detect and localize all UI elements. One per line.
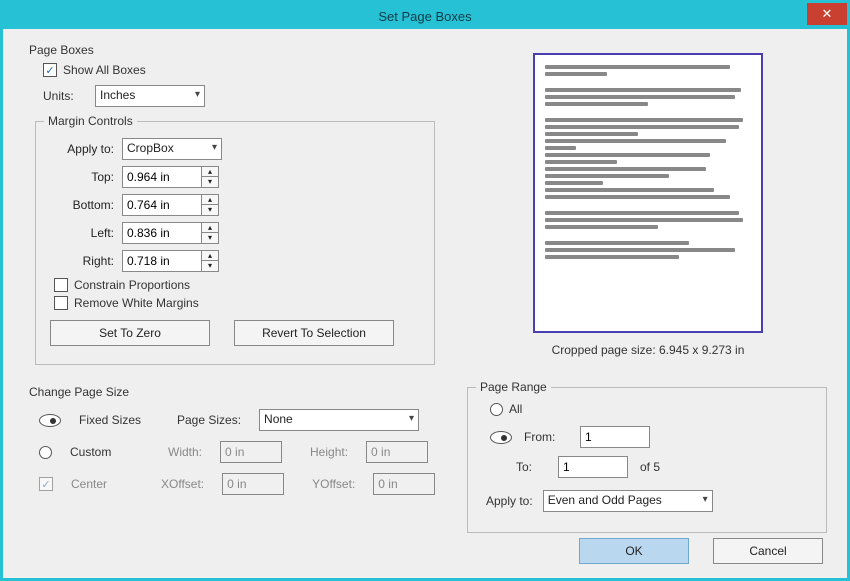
show-all-boxes-checkbox[interactable]	[43, 63, 57, 77]
apply-to-value: CropBox	[127, 141, 174, 155]
range-apply-to-select[interactable]: Even and Odd Pages	[543, 490, 713, 512]
width-input[interactable]	[220, 441, 282, 463]
to-input[interactable]	[558, 456, 628, 478]
units-value: Inches	[100, 88, 135, 102]
from-input[interactable]	[580, 426, 650, 448]
fixed-sizes-label: Fixed Sizes	[79, 413, 159, 427]
right-spinner[interactable]: ▴▾	[202, 250, 219, 272]
of-total-label: of 5	[640, 460, 660, 474]
all-pages-label: All	[509, 402, 522, 416]
window-title: Set Page Boxes	[378, 9, 471, 24]
left-spinner[interactable]: ▴▾	[202, 222, 219, 244]
page-sizes-select[interactable]: None	[259, 409, 419, 431]
constrain-proportions-checkbox[interactable]	[54, 278, 68, 292]
margin-controls-legend: Margin Controls	[44, 114, 137, 128]
dialog-window: Set Page Boxes ✕ Page Boxes Show All Box…	[0, 0, 850, 581]
set-to-zero-label: Set To Zero	[99, 326, 161, 340]
width-label: Width:	[168, 445, 202, 459]
center-checkbox[interactable]	[39, 477, 53, 491]
page-sizes-label: Page Sizes:	[177, 413, 241, 427]
page-range-legend: Page Range	[476, 380, 551, 394]
custom-radio[interactable]	[39, 446, 52, 459]
page-sizes-value: None	[264, 412, 293, 426]
all-pages-radio[interactable]	[490, 403, 503, 416]
ok-button[interactable]: OK	[579, 538, 689, 564]
left-input[interactable]	[122, 222, 202, 244]
range-apply-to-label: Apply to:	[486, 494, 533, 508]
constrain-proportions-label: Constrain Proportions	[74, 278, 190, 292]
range-apply-to-value: Even and Odd Pages	[548, 493, 662, 507]
show-all-boxes-label: Show All Boxes	[63, 63, 146, 77]
ok-label: OK	[625, 544, 642, 558]
set-to-zero-button[interactable]: Set To Zero	[50, 320, 210, 346]
from-label: From:	[524, 430, 568, 444]
cancel-button[interactable]: Cancel	[713, 538, 823, 564]
revert-label: Revert To Selection	[262, 326, 366, 340]
bottom-label: Bottom:	[50, 198, 122, 212]
top-spinner[interactable]: ▴▾	[202, 166, 219, 188]
right-input[interactable]	[122, 250, 202, 272]
page-boxes-heading: Page Boxes	[29, 43, 449, 57]
xoffset-input[interactable]	[222, 473, 284, 495]
fixed-sizes-radio[interactable]	[39, 414, 61, 427]
close-icon: ✕	[822, 6, 833, 22]
center-label: Center	[71, 477, 143, 491]
top-label: Top:	[50, 170, 122, 184]
change-page-size-heading: Change Page Size	[29, 385, 443, 399]
height-label: Height:	[310, 445, 348, 459]
units-label: Units:	[43, 89, 89, 103]
left-label: Left:	[50, 226, 122, 240]
remove-white-margins-checkbox[interactable]	[54, 296, 68, 310]
yoffset-label: YOffset:	[312, 477, 355, 491]
revert-to-selection-button[interactable]: Revert To Selection	[234, 320, 394, 346]
top-input[interactable]	[122, 166, 202, 188]
cancel-label: Cancel	[749, 544, 786, 558]
yoffset-input[interactable]	[373, 473, 435, 495]
apply-to-label: Apply to:	[50, 142, 122, 156]
remove-white-margins-label: Remove White Margins	[74, 296, 199, 310]
bottom-spinner[interactable]: ▴▾	[202, 194, 219, 216]
from-pages-radio[interactable]	[490, 431, 512, 444]
custom-label: Custom	[70, 445, 150, 459]
titlebar: Set Page Boxes ✕	[3, 3, 847, 29]
bottom-input[interactable]	[122, 194, 202, 216]
apply-to-select[interactable]: CropBox	[122, 138, 222, 160]
xoffset-label: XOffset:	[161, 477, 204, 491]
to-label: To:	[516, 460, 546, 474]
page-preview	[533, 53, 763, 333]
close-button[interactable]: ✕	[807, 3, 847, 25]
height-input[interactable]	[366, 441, 428, 463]
units-select[interactable]: Inches	[95, 85, 205, 107]
preview-caption: Cropped page size: 6.945 x 9.273 in	[552, 343, 745, 357]
right-label: Right:	[50, 254, 122, 268]
